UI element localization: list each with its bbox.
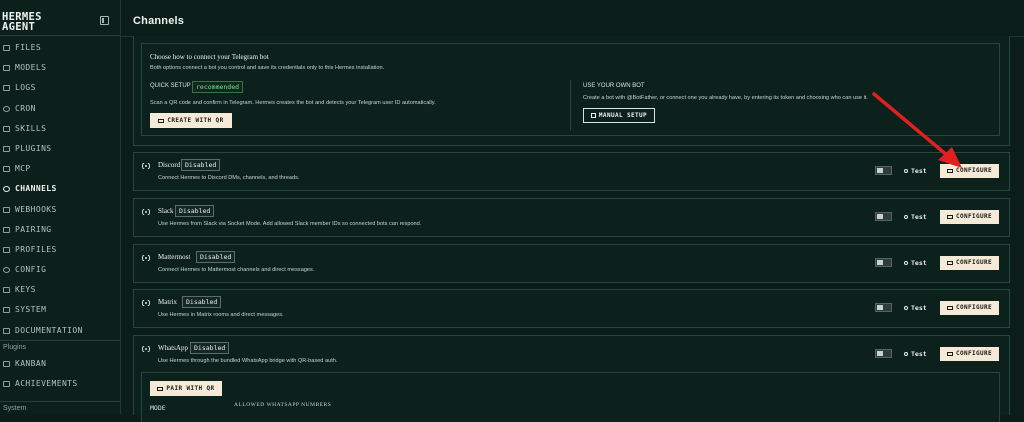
annotation-arrow	[872, 92, 962, 168]
annotation-arrow-shaft	[872, 92, 950, 158]
